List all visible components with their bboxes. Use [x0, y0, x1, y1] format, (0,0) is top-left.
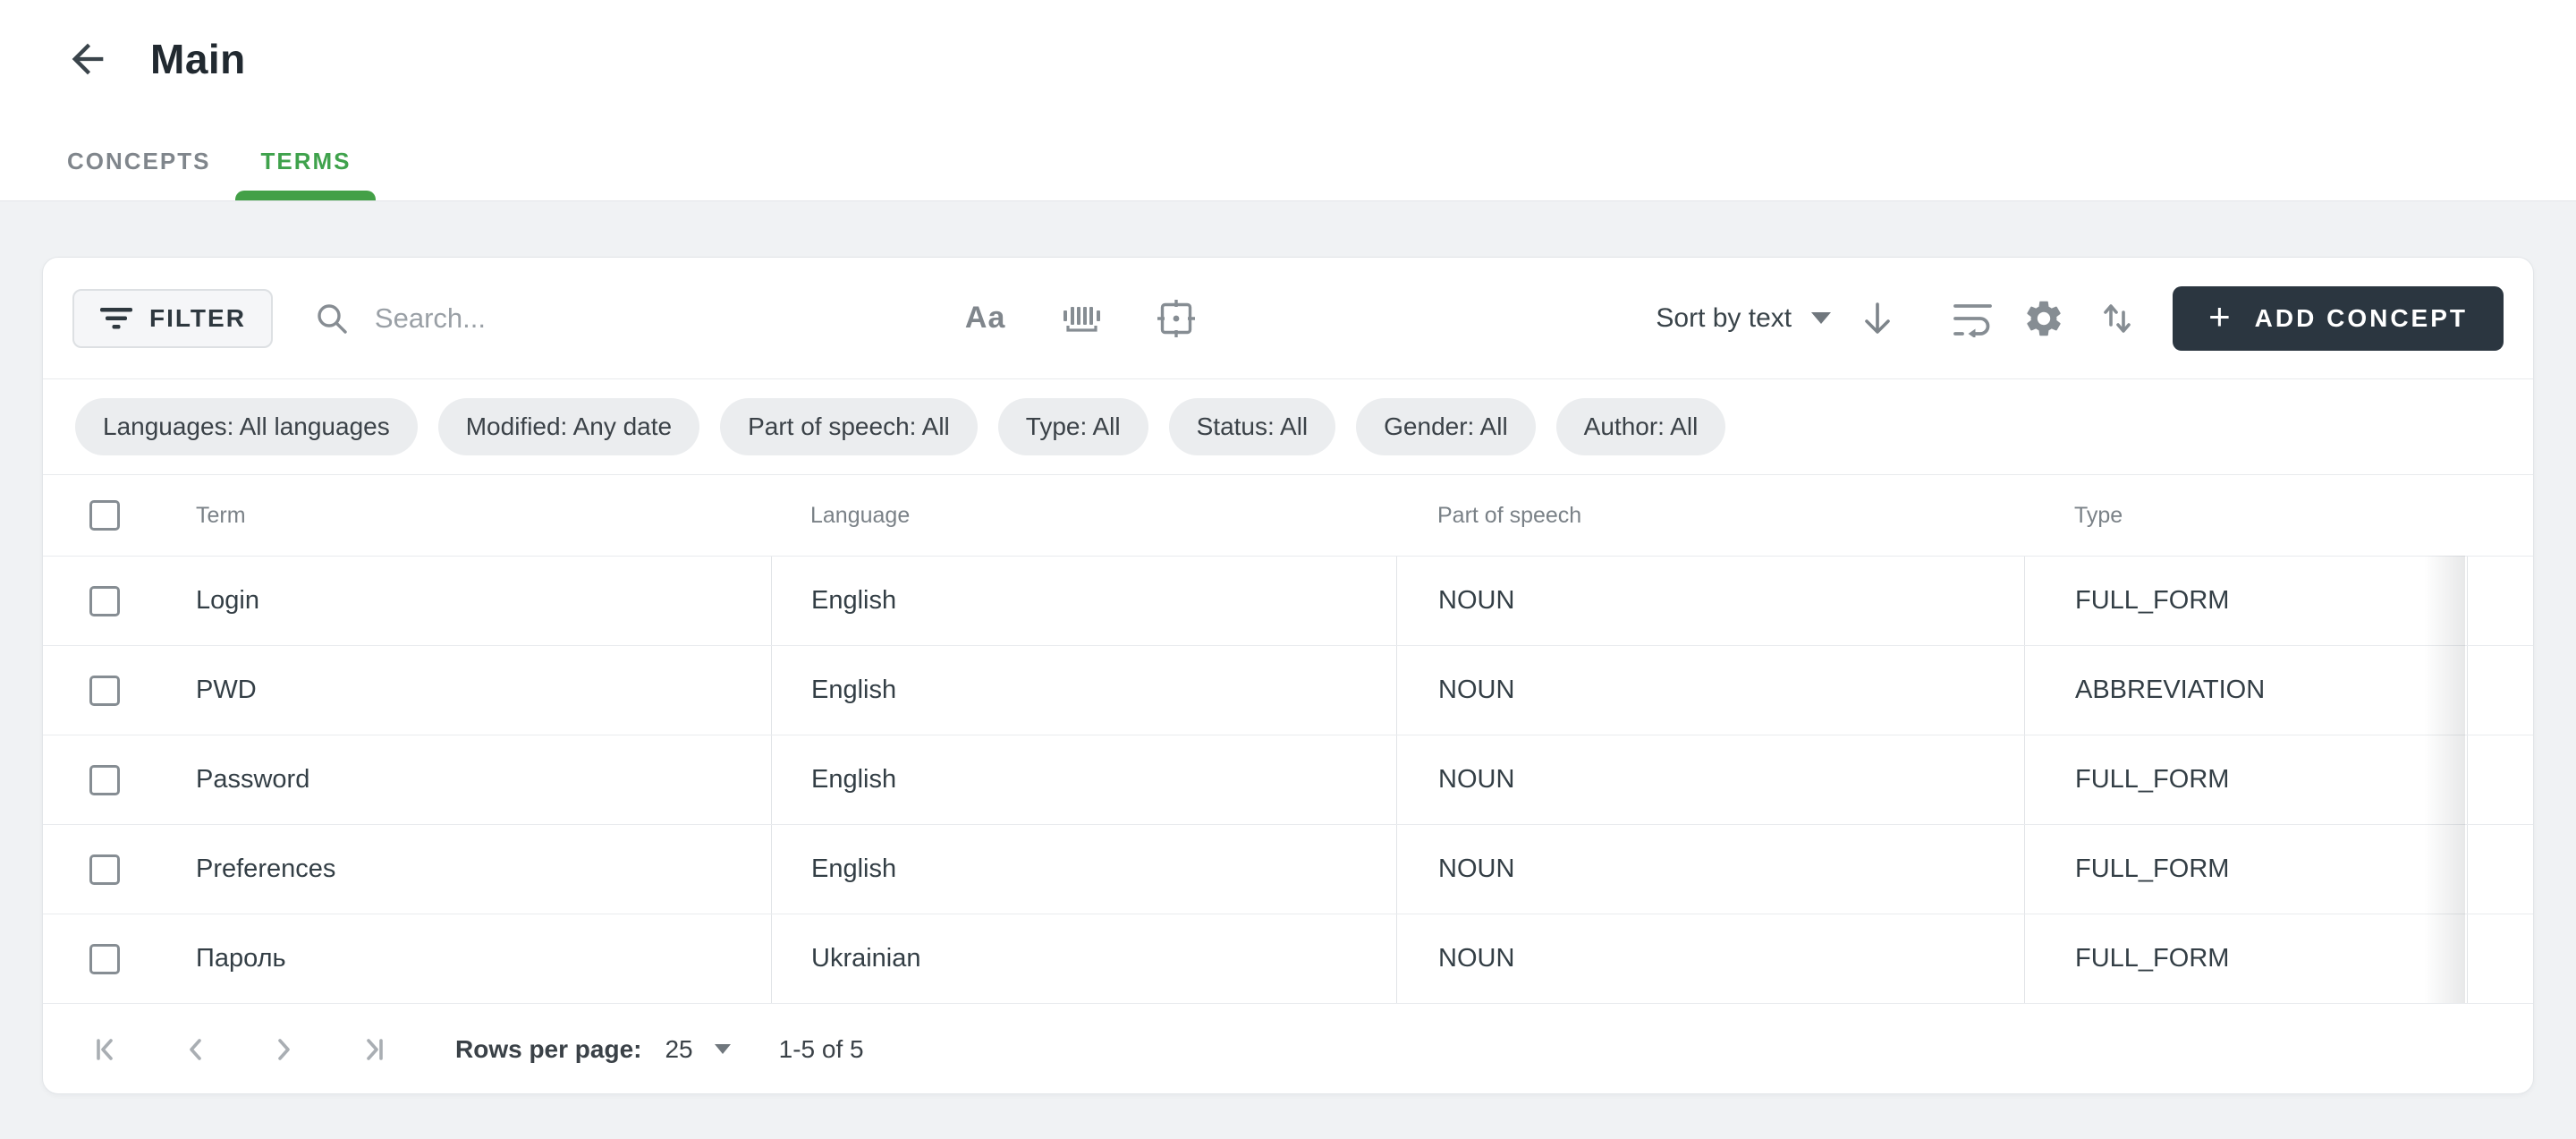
page-title: Main	[150, 32, 246, 86]
part-of-speech-cell: NOUN	[1396, 914, 2024, 1003]
barcode-icon	[1059, 299, 1102, 338]
table-header-row: Term Language Part of speech Type	[43, 475, 2533, 556]
search-box	[312, 299, 947, 338]
column-header-term: Term	[166, 475, 771, 556]
tab-bar: CONCEPTS TERMS	[42, 122, 376, 200]
part-of-speech-cell: NOUN	[1396, 557, 2024, 645]
table-row[interactable]: PWD English NOUN ABBREVIATION	[43, 645, 2533, 735]
chevron-right-icon	[266, 1032, 301, 1067]
add-concept-button[interactable]: + ADD CONCEPT	[2173, 286, 2504, 351]
pagination-range: 1-5 of 5	[779, 1035, 864, 1064]
first-page-button[interactable]	[90, 1032, 126, 1067]
pager-buttons	[90, 1032, 389, 1067]
center-focus-icon	[1156, 298, 1197, 339]
table-row[interactable]: Login English NOUN FULL_FORM	[43, 556, 2533, 645]
type-cell: FULL_FORM	[2024, 825, 2467, 914]
part-of-speech-cell: NOUN	[1396, 825, 2024, 914]
chip-status[interactable]: Status: All	[1169, 398, 1336, 455]
chip-gender[interactable]: Gender: All	[1356, 398, 1536, 455]
terms-toolbar: FILTER Aa	[43, 258, 2533, 378]
language-cell: English	[771, 825, 1396, 914]
table-row[interactable]: Password English NOUN FULL_FORM	[43, 735, 2533, 824]
sort-by-dropdown[interactable]: Sort by text	[1656, 303, 1831, 334]
term-cell: Preferences	[166, 825, 771, 914]
arrow-left-icon	[64, 36, 111, 82]
terms-card: FILTER Aa	[42, 257, 2534, 1094]
rows-per-page-select[interactable]: 25	[665, 1035, 730, 1064]
settings-button[interactable]	[2022, 297, 2065, 340]
term-cell: Пароль	[166, 914, 771, 1003]
row-checkbox[interactable]	[89, 944, 120, 974]
chip-languages[interactable]: Languages: All languages	[75, 398, 418, 455]
language-cell: Ukrainian	[771, 914, 1396, 1003]
term-cell: Login	[166, 557, 771, 645]
toolbar-right-group: Sort by text	[1656, 286, 2504, 351]
last-page-icon	[353, 1032, 389, 1067]
chip-author[interactable]: Author: All	[1556, 398, 1726, 455]
term-cell: Password	[166, 735, 771, 824]
row-checkbox[interactable]	[89, 854, 120, 885]
search-icon	[312, 299, 352, 338]
gear-icon	[2022, 297, 2065, 340]
sort-direction-button[interactable]	[1858, 298, 1897, 339]
page-header: Main CONCEPTS TERMS	[0, 0, 2576, 201]
filter-chip-row: Languages: All languages Modified: Any d…	[43, 379, 2533, 474]
language-cell: English	[771, 646, 1396, 735]
table-row[interactable]: Preferences English NOUN FULL_FORM	[43, 824, 2533, 914]
tab-terms[interactable]: TERMS	[235, 122, 376, 200]
language-cell: English	[771, 735, 1396, 824]
chip-part-of-speech[interactable]: Part of speech: All	[720, 398, 978, 455]
back-button[interactable]	[63, 34, 113, 84]
chevron-down-icon	[1811, 312, 1831, 324]
table-row[interactable]: Пароль Ukrainian NOUN FULL_FORM	[43, 914, 2533, 1003]
row-checkbox[interactable]	[89, 676, 120, 706]
match-case-icon: Aa	[965, 301, 1005, 336]
search-option-icons: Aa	[965, 298, 1197, 339]
match-case-button[interactable]: Aa	[965, 301, 1005, 336]
chevron-down-icon	[715, 1044, 731, 1054]
part-of-speech-cell: NOUN	[1396, 735, 2024, 824]
rows-per-page-value: 25	[665, 1035, 692, 1064]
center-focus-button[interactable]	[1156, 298, 1197, 339]
tab-concepts[interactable]: CONCEPTS	[42, 122, 235, 200]
column-header-language: Language	[771, 475, 1396, 556]
chip-modified[interactable]: Modified: Any date	[438, 398, 699, 455]
type-cell: ABBREVIATION	[2024, 646, 2467, 735]
type-cell: FULL_FORM	[2024, 735, 2467, 824]
next-page-button[interactable]	[266, 1032, 301, 1067]
chip-type[interactable]: Type: All	[998, 398, 1148, 455]
filter-button-label: FILTER	[149, 304, 246, 333]
sort-by-label: Sort by text	[1656, 303, 1792, 334]
add-concept-label: ADD CONCEPT	[2255, 304, 2468, 333]
first-page-icon	[90, 1032, 126, 1067]
pagination-bar: Rows per page: 25 1-5 of 5	[43, 1004, 2533, 1094]
table-body: Login English NOUN FULL_FORM PWD English…	[43, 556, 2533, 1004]
wrap-text-button[interactable]	[1953, 300, 1994, 337]
reorder-button[interactable]	[2097, 299, 2137, 338]
search-input[interactable]	[375, 302, 947, 335]
arrows-up-down-icon	[2097, 299, 2137, 338]
type-cell: FULL_FORM	[2024, 557, 2467, 645]
language-cell: English	[771, 557, 1396, 645]
part-of-speech-cell: NOUN	[1396, 646, 2024, 735]
chevron-left-icon	[178, 1032, 214, 1067]
column-header-part-of-speech: Part of speech	[1396, 475, 2024, 556]
filter-button[interactable]: FILTER	[72, 289, 273, 348]
row-checkbox[interactable]	[89, 586, 120, 616]
column-header-type: Type	[2024, 475, 2467, 556]
previous-page-button[interactable]	[178, 1032, 214, 1067]
filter-icon	[99, 303, 133, 334]
last-page-button[interactable]	[353, 1032, 389, 1067]
rows-per-page-label: Rows per page:	[455, 1035, 641, 1064]
terminology-page: Main CONCEPTS TERMS FILTER	[0, 0, 2576, 1139]
select-all-checkbox[interactable]	[89, 500, 120, 531]
arrow-down-icon	[1858, 298, 1897, 339]
wrap-text-icon	[1953, 300, 1994, 337]
row-checkbox[interactable]	[89, 765, 120, 795]
whole-word-button[interactable]	[1059, 299, 1102, 338]
type-cell: FULL_FORM	[2024, 914, 2467, 1003]
term-cell: PWD	[166, 646, 771, 735]
plus-icon: +	[2208, 298, 2233, 336]
